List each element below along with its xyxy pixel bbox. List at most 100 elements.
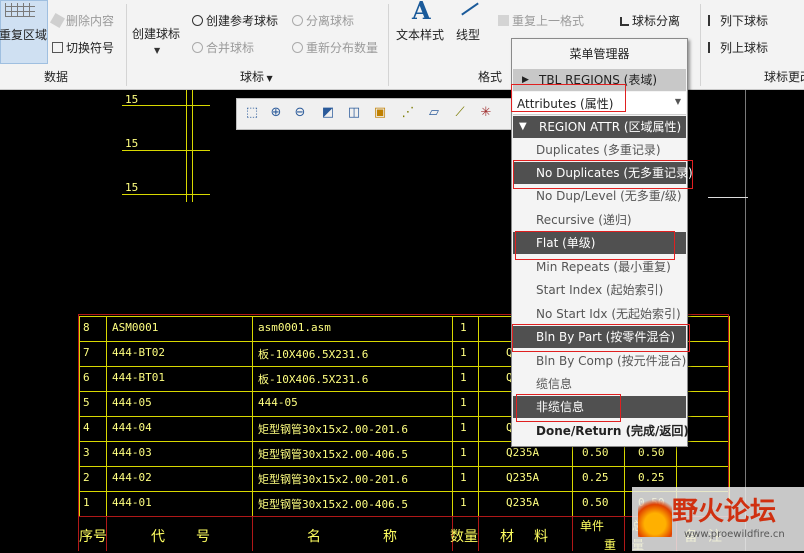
bom-cell-w2: 0.25 [638, 471, 665, 484]
repeat-region-label: 重复区域 [0, 28, 48, 42]
bom-cell-no: 2 [83, 471, 90, 484]
menu-bln-by-comp[interactable]: Bln By Comp (按元件混合) [513, 350, 686, 372]
group-balloon-more-label: 球标更改 [764, 70, 804, 84]
menu-done-return[interactable]: Done/Return (完成/返回) [513, 420, 689, 442]
group-balloon-label[interactable]: 球标 ▼ [240, 68, 273, 85]
dim-line [186, 90, 187, 202]
bom-cell-code: 444-BT02 [112, 346, 165, 359]
col-up-balloon-button[interactable]: 列上球标 [708, 39, 768, 56]
redistribute-qty-button[interactable]: 重新分布数量 [292, 39, 378, 56]
group-format-label: 格式 [478, 70, 503, 84]
datum-axes-icon[interactable]: ⟋ [451, 104, 469, 122]
highlight-non-cable-info [516, 394, 621, 422]
bom-cell-qty: 1 [460, 346, 467, 359]
dim-line [122, 194, 210, 195]
datum-points-icon[interactable]: ⋰ [399, 104, 417, 122]
bom-cell-name: 矩型钢管30x15x2.00-406.5 [258, 498, 408, 511]
watermark: 野火论坛 www.proewildfire.cn [632, 487, 804, 551]
bom-cell-name: 板-10X406.5X231.6 [258, 373, 369, 386]
bom-cell-w1: 0.25 [582, 471, 609, 484]
bom-cell-name: asm0001.asm [258, 321, 331, 334]
separator [700, 4, 701, 86]
table-grid-icon [5, 3, 35, 17]
bom-cell-code: 444-03 [112, 446, 152, 459]
merge-balloon-button[interactable]: 合并球标 [192, 39, 254, 56]
bom-cell-no: 7 [83, 346, 90, 359]
separator [388, 4, 389, 86]
header-code-b: 号 [196, 529, 210, 545]
balloon-separate-button[interactable]: 球标分离 [620, 12, 680, 29]
header-unit-b: 重 [604, 538, 617, 552]
zoom-in-icon[interactable]: ⊕ [267, 104, 285, 122]
separate-icon [620, 17, 629, 26]
flame-logo-icon [638, 493, 672, 537]
menu-recursive[interactable]: Recursive (递归) [513, 209, 686, 231]
repeat-prev-format-button[interactable]: 重复上一格式 [498, 12, 584, 29]
menu-start-index[interactable]: Start Index (起始索引) [513, 279, 686, 301]
bom-cell-name: 矩型钢管30x15x2.00-406.5 [258, 448, 408, 461]
bom-cell-mat: Q235A [506, 446, 540, 459]
col-down-balloon-button[interactable]: 列下球标 [708, 12, 768, 29]
header-col-line [252, 516, 253, 551]
line-type-button[interactable]: 线型 [454, 0, 486, 44]
bom-cell-name: 矩型钢管30x15x2.00-201.6 [258, 473, 408, 486]
highlight-no-duplicates [513, 160, 693, 189]
chevron-down-icon: ▼ [264, 74, 273, 83]
bom-cell-code: 444-02 [112, 471, 152, 484]
bom-cell-w1: 0.50 [582, 446, 609, 459]
header-mat-a: 材 [500, 529, 514, 545]
menu-region-attr[interactable]: ▼ REGION ATTR (区域属性) [513, 116, 686, 138]
bom-cell-qty: 1 [460, 496, 467, 509]
menu-duplicates[interactable]: Duplicates (多重记录) [513, 139, 686, 161]
bom-cell-no: 1 [83, 496, 90, 509]
eraser-icon [49, 12, 66, 29]
bom-cell-no: 3 [83, 446, 90, 459]
display-style-icon[interactable]: ◫ [345, 104, 363, 122]
highlight-flat [515, 231, 675, 260]
view-toolbar: ⬚ ⊕ ⊖ ◩ ◫ ▣ ⋰ ▱ ⟋ ✳ [236, 98, 514, 130]
menu-title: 菜单管理器 [569, 47, 630, 61]
bom-cell-code: 444-BT01 [112, 371, 165, 384]
bom-cell-name: 矩型钢管30x15x2.00-201.6 [258, 423, 408, 436]
redistribute-icon [292, 42, 303, 53]
create-ref-balloon-button[interactable]: 创建参考球标 [192, 12, 278, 29]
border-line [745, 90, 746, 551]
bom-cell-name: 板-10X406.5X231.6 [258, 348, 369, 361]
row-line [79, 466, 729, 467]
header-code-a: 代 [151, 529, 165, 545]
bom-cell-qty: 1 [460, 471, 467, 484]
header-mat-b: 料 [534, 529, 548, 545]
header-no: 序号 [79, 529, 107, 545]
header-col-line [478, 516, 479, 551]
coordinate-system-icon[interactable]: ✳ [477, 104, 495, 122]
menu-no-start-idx[interactable]: No Start Idx (无起始索引) [513, 303, 686, 325]
repeat-region-button[interactable]: 重复区域 [0, 0, 48, 64]
datum-planes-icon[interactable]: ▱ [425, 104, 443, 122]
bom-cell-name: 444-05 [258, 396, 298, 409]
create-balloon-button[interactable]: 创建球标 ▼ [130, 20, 186, 60]
bom-cell-qty: 1 [460, 421, 467, 434]
switch-symbol-button[interactable]: 切换符号 [52, 39, 114, 56]
arrow-up-icon [708, 42, 717, 53]
highlight-attributes [511, 84, 626, 112]
bom-cell-w1: 0.50 [582, 496, 609, 509]
dim-value: 15 [125, 137, 139, 150]
dim-value: 15 [125, 181, 139, 194]
zoom-window-icon[interactable]: ⬚ [243, 104, 261, 122]
bom-cell-no: 6 [83, 371, 90, 384]
watermark-title: 野火论坛 [672, 497, 777, 527]
text-style-button[interactable]: A 文本样式 [394, 0, 448, 44]
refit-icon[interactable]: ◩ [319, 104, 337, 122]
split-balloon-button[interactable]: 分离球标 [292, 12, 354, 29]
repaint-icon[interactable]: ▣ [371, 104, 389, 122]
zoom-out-icon[interactable]: ⊖ [291, 104, 309, 122]
watermark-url: www.proewildfire.cn [684, 529, 785, 540]
col-line [729, 316, 730, 516]
ref-balloon-icon [192, 15, 203, 26]
header-unit-a: 单件 [580, 519, 605, 533]
delete-content-button[interactable]: 删除内容 [49, 12, 114, 29]
arrow-down-icon [708, 15, 717, 26]
bom-cell-qty: 1 [460, 371, 467, 384]
col-line [106, 316, 107, 516]
menu-cable-info[interactable]: 缆信息 [513, 373, 686, 395]
